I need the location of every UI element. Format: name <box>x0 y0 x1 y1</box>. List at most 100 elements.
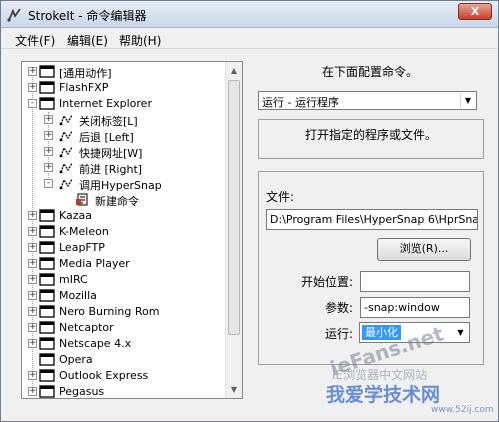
window-icon <box>39 289 55 302</box>
gesture-icon <box>59 178 73 190</box>
expand-icon[interactable]: + <box>44 131 53 140</box>
tree-item[interactable]: + Outlook Express <box>22 368 222 384</box>
window-title: StrokeIt - 命令编辑器 <box>28 9 147 23</box>
tree-item[interactable]: + Kazaa <box>22 208 222 224</box>
tree-item[interactable]: 新建命令 <box>22 192 222 208</box>
close-button[interactable]: X <box>458 3 492 20</box>
tree-item-label: mIRC <box>59 273 88 286</box>
tree-item-label: 调用HyperSnap <box>79 179 162 192</box>
tree-item[interactable]: - 调用HyperSnap <box>22 176 222 192</box>
gesture-icon <box>59 114 73 126</box>
chevron-down-icon[interactable]: ▼ <box>460 93 475 108</box>
expand-icon[interactable]: + <box>28 387 37 396</box>
tree-item-label: Media Player <box>59 257 130 270</box>
menu-edit[interactable]: 编辑(E) <box>67 32 108 49</box>
tree-item[interactable]: + Netcaptor <box>22 320 222 336</box>
window-icon <box>39 241 55 254</box>
tree-item[interactable]: + K-Meleon <box>22 224 222 240</box>
tree-item[interactable]: + 关闭标签[L] <box>22 112 222 128</box>
scroll-thumb[interactable] <box>228 80 240 335</box>
tree-item-label: Netscape 4.x <box>59 337 132 350</box>
menu-file[interactable]: 文件(F) <box>15 32 55 49</box>
tree-item-label: 前进 [Right] <box>79 163 143 176</box>
tree-item[interactable]: + Mozilla <box>22 288 222 304</box>
window-icon <box>39 257 55 270</box>
params-input[interactable]: -snap:window <box>360 297 470 318</box>
file-path-value: D:\Program Files\HyperSnap 6\HprSnap6. <box>270 213 478 226</box>
window-icon <box>39 81 55 94</box>
menu-help[interactable]: 帮助(H) <box>119 32 161 49</box>
expand-icon[interactable]: + <box>28 307 37 316</box>
tree-item[interactable]: + [通用动作] <box>22 64 222 80</box>
expand-icon[interactable]: + <box>28 83 37 92</box>
expand-icon[interactable]: + <box>28 291 37 300</box>
scroll-down-icon[interactable]: ▼ <box>226 381 242 398</box>
command-tree[interactable]: ▲ ▼ + [通用动作] + FlashFXP - Internet Explorer + 关… <box>21 61 243 399</box>
command-editor-window: StrokeIt - 命令编辑器 X 文件(F) 编辑(E) 帮助(H) ▲ ▼… <box>0 0 499 422</box>
expand-icon[interactable]: + <box>28 227 37 236</box>
tree-item[interactable]: + 前进 [Right] <box>22 160 222 176</box>
expand-icon[interactable]: + <box>44 147 53 156</box>
tree-item[interactable]: - Internet Explorer <box>22 96 222 112</box>
tree-item-label: 后退 [Left] <box>79 131 134 144</box>
tree-item-label: Nero Burning Rom <box>59 305 160 318</box>
params-value: -snap:window <box>364 301 440 314</box>
tree-item[interactable]: + mIRC <box>22 272 222 288</box>
tree-item-label: [通用动作] <box>59 67 112 80</box>
expand-icon[interactable]: + <box>28 275 37 284</box>
window-icon <box>39 353 55 366</box>
expand-icon[interactable]: + <box>44 163 53 172</box>
start-position-label: 开始位置: <box>301 275 354 289</box>
description-box: 打开指定的程序或文件。 <box>258 119 484 159</box>
menu-bar: 文件(F) 编辑(E) 帮助(H) <box>1 29 498 49</box>
tree-item-label: Kazaa <box>59 209 93 222</box>
window-icon <box>39 337 55 350</box>
window-icon <box>39 305 55 318</box>
title-bar[interactable]: StrokeIt - 命令编辑器 X <box>1 1 498 28</box>
collapse-icon[interactable]: - <box>44 179 53 188</box>
expand-icon[interactable]: + <box>28 259 37 268</box>
tree-item-label: K-Meleon <box>59 225 109 238</box>
watermark-52ij: 我爱学技术网 <box>326 384 441 406</box>
action-select[interactable]: 运行 - 运行程序 ▼ <box>258 91 477 110</box>
tree-item[interactable]: + LeapFTP <box>22 240 222 256</box>
start-position-input[interactable] <box>360 271 470 292</box>
run-mode-label: 运行: <box>325 327 354 341</box>
tree-item-label: Netcaptor <box>59 321 114 334</box>
tree-vertical-scrollbar[interactable]: ▲ ▼ <box>225 62 242 398</box>
tree-item[interactable]: Opera <box>22 352 222 368</box>
action-select-value: 运行 - 运行程序 <box>262 96 339 109</box>
tree-item-label: Opera <box>59 353 93 366</box>
config-heading: 在下面配置命令。 <box>321 65 418 79</box>
browse-button[interactable]: 浏览(R)... <box>377 238 471 261</box>
watermark-52ij-url: www.52ij.com <box>431 405 494 415</box>
expand-icon[interactable]: + <box>28 243 37 252</box>
gesture-icon <box>59 162 73 174</box>
parameters-group: 文件: D:\Program Files\HyperSnap 6\HprSnap… <box>258 171 484 365</box>
action-description: 打开指定的程序或文件。 <box>304 128 437 142</box>
collapse-icon[interactable]: - <box>28 99 37 108</box>
file-label: 文件: <box>266 190 295 204</box>
chevron-down-icon[interactable]: ▼ <box>453 324 468 341</box>
tree-item[interactable]: + Media Player <box>22 256 222 272</box>
tree-item-label: 新建命令 <box>95 195 139 208</box>
window-icon <box>39 225 55 238</box>
tree-item[interactable]: + Nero Burning Rom <box>22 304 222 320</box>
expand-icon[interactable]: + <box>28 339 37 348</box>
tree-item[interactable]: + 快捷网址[W] <box>22 144 222 160</box>
expand-icon[interactable]: + <box>44 115 53 124</box>
window-icon <box>39 369 55 382</box>
expand-icon[interactable]: + <box>28 323 37 332</box>
tree-item[interactable]: + Netscape 4.x <box>22 336 222 352</box>
tree-item-label: Mozilla <box>59 289 97 302</box>
tree-item[interactable]: + 后退 [Left] <box>22 128 222 144</box>
expand-icon[interactable]: + <box>28 67 37 76</box>
tree-item[interactable]: + Pegasus <box>22 384 222 398</box>
strokeit-app-icon <box>7 8 21 22</box>
tree-item[interactable]: + FlashFXP <box>22 80 222 96</box>
file-path-input[interactable]: D:\Program Files\HyperSnap 6\HprSnap6. <box>266 209 478 230</box>
window-icon <box>39 209 55 222</box>
scroll-up-icon[interactable]: ▲ <box>226 62 242 79</box>
expand-icon[interactable]: + <box>28 371 37 380</box>
expand-icon[interactable]: + <box>28 211 37 220</box>
